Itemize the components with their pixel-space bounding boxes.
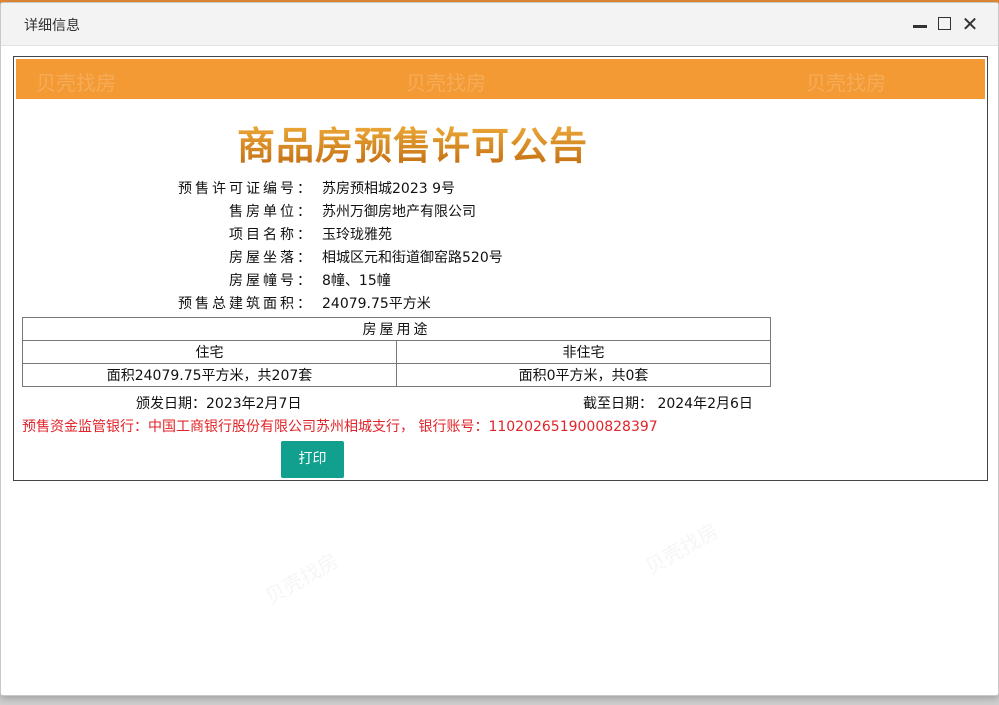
- maximize-icon[interactable]: [936, 15, 954, 33]
- dialog-title: 详细信息: [24, 18, 80, 34]
- notice-heading: 商品房预售许可公告: [237, 115, 588, 170]
- watermark-text: 贝壳找房: [806, 71, 886, 95]
- notice-frame: 贝壳找房 贝壳找房 贝壳找房 商品房预售许可公告 预售许可证编号： 苏房预相城2…: [13, 56, 988, 481]
- info-row-permit-no: 预售许可证编号：: [14, 178, 314, 200]
- expire-date-label: 截至日期：: [583, 396, 653, 412]
- info-row-location: 房屋坐落：: [14, 247, 314, 269]
- info-row-project-name: 项目名称：: [14, 224, 314, 246]
- bank-notice: 预售资金监管银行：中国工商银行股份有限公司苏州相城支行， 银行账号：110202…: [22, 419, 658, 435]
- usage-header-residential: 住宅: [22, 340, 397, 364]
- info-label: 房屋幢号：: [229, 273, 314, 289]
- info-value: 相城区元和街道御窑路520号: [322, 250, 503, 266]
- info-row-building-no: 房屋幢号：: [14, 270, 314, 292]
- watermark-text: 贝壳找房: [259, 545, 343, 610]
- watermark-text: 贝壳找房: [639, 515, 723, 580]
- usage-table-title: 房屋用途: [22, 317, 771, 341]
- info-label: 项目名称：: [229, 227, 314, 243]
- info-row-total-area: 预售总建筑面积：: [14, 293, 314, 315]
- info-value: 玉玲珑雅苑: [322, 227, 392, 243]
- info-value: 苏州万御房地产有限公司: [322, 204, 476, 220]
- close-icon[interactable]: ✕: [961, 14, 979, 34]
- print-button[interactable]: 打印: [281, 441, 344, 478]
- minimize-icon[interactable]: [911, 15, 929, 33]
- issue-date: 颁发日期：2023年2月7日: [136, 393, 301, 413]
- info-value: 24079.75平方米: [322, 296, 431, 312]
- usage-header-non-residential: 非住宅: [396, 340, 771, 364]
- info-row-seller: 售房单位：: [14, 201, 314, 223]
- usage-value-residential: 面积24079.75平方米，共207套: [22, 363, 397, 387]
- expire-date: 截至日期： 2024年2月6日: [583, 393, 753, 413]
- watermark-text: 贝壳找房: [36, 71, 116, 95]
- usage-value-non-residential: 面积0平方米，共0套: [396, 363, 771, 387]
- info-label: 售房单位：: [229, 204, 314, 220]
- info-value: 8幢、15幢: [322, 273, 391, 289]
- issue-date-value: 2023年2月7日: [206, 396, 302, 412]
- info-label: 预售许可证编号：: [178, 181, 314, 197]
- dialog-titlebar: 详细信息 ✕: [1, 3, 998, 46]
- expire-date-value: 2024年2月6日: [657, 396, 753, 412]
- usage-table: 房屋用途 住宅 非住宅 面积24079.75平方米，共207套 面积0平方米，共…: [22, 317, 771, 387]
- info-label: 房屋坐落：: [229, 250, 314, 266]
- orange-banner: 贝壳找房 贝壳找房 贝壳找房: [16, 59, 985, 99]
- info-value: 苏房预相城2023 9号: [322, 181, 455, 197]
- issue-date-label: 颁发日期：: [136, 396, 206, 412]
- detail-dialog: 详细信息 ✕ 贝壳找房 贝壳找房 贝壳找房 商品房预售许可公告 预售许可证编号：…: [0, 2, 999, 696]
- info-label: 预售总建筑面积：: [178, 296, 314, 312]
- watermark-text: 贝壳找房: [406, 71, 486, 95]
